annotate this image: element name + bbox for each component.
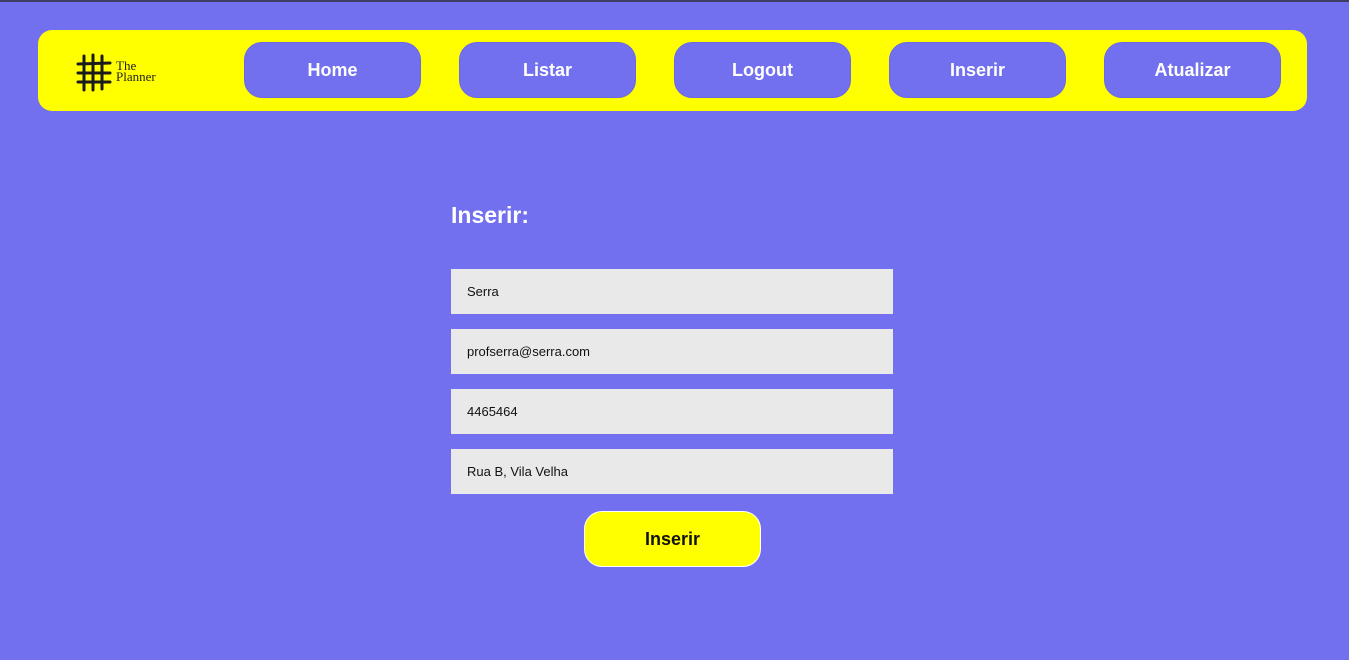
phone-field[interactable] (451, 389, 893, 434)
logo-text: The Planner (116, 59, 156, 84)
email-field[interactable] (451, 329, 893, 374)
nav-atualizar-button[interactable]: Atualizar (1104, 42, 1281, 98)
grid-hash-icon (76, 53, 112, 92)
nav-logout-button[interactable]: Logout (674, 42, 851, 98)
navbar: The Planner Home Listar Logout Inserir A… (38, 30, 1307, 111)
nav-inserir-button[interactable]: Inserir (889, 42, 1066, 98)
logo[interactable]: The Planner (76, 52, 176, 92)
logo-text-line2: Planner (116, 69, 156, 84)
nav-home-button[interactable]: Home (244, 42, 421, 98)
name-field[interactable] (451, 269, 893, 314)
nav-listar-button[interactable]: Listar (459, 42, 636, 98)
form-title: Inserir: (451, 202, 529, 228)
address-field[interactable] (451, 449, 893, 494)
submit-button[interactable]: Inserir (584, 511, 761, 567)
